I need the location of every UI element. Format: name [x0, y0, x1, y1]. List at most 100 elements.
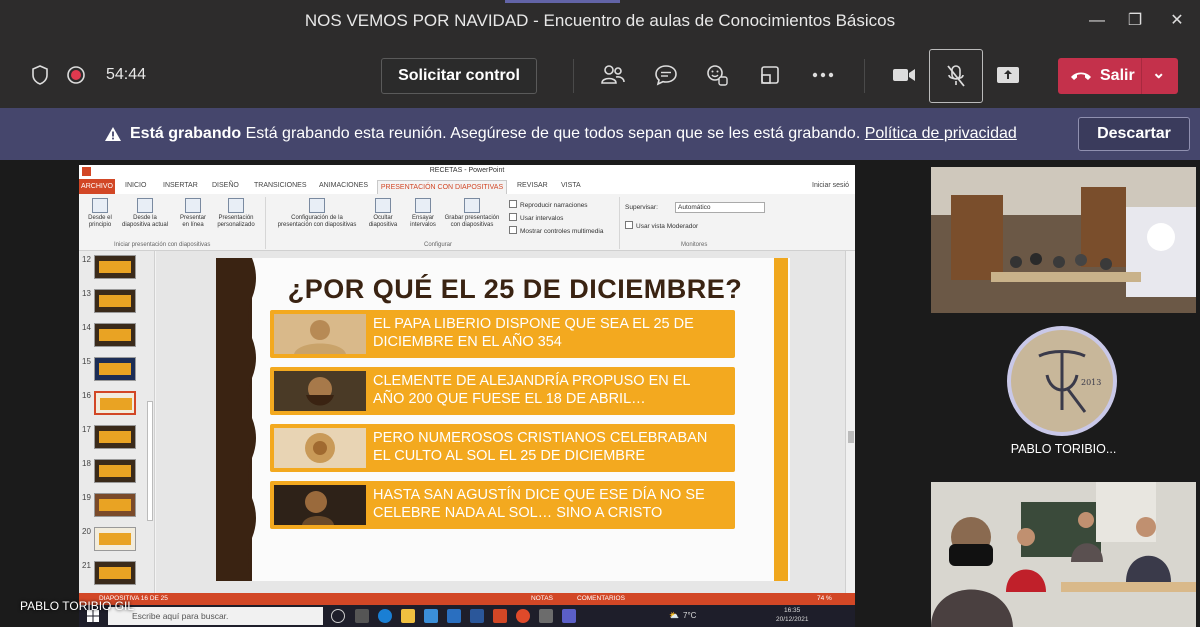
app-icon[interactable] — [539, 609, 553, 623]
slide-thumbnail[interactable] — [94, 527, 136, 551]
hide-slide-button[interactable]: Ocultar diapositiva — [363, 198, 403, 229]
play-narrations-checkbox[interactable]: Reproducir narraciones — [509, 200, 588, 209]
chrome-icon[interactable] — [516, 609, 530, 623]
ribbon-separator — [619, 197, 620, 249]
pope-portrait-icon — [274, 314, 366, 354]
slide-thumbnail[interactable] — [94, 493, 136, 517]
group-setup: Configurar — [424, 242, 453, 248]
fact-text: CLEMENTE DE ALEJANDRÍA PROPUSO EN EL AÑO … — [373, 373, 691, 407]
fact-card: HASTA SAN AGUSTÍN DICE QUE ESE DÍA NO SE… — [270, 481, 735, 529]
use-timings-checkbox[interactable]: Usar intervalos — [509, 213, 563, 222]
windows-taskbar: Escribe aquí para buscar. ⛅ 7°C 16:35 20… — [79, 605, 855, 627]
tab-archivo[interactable]: ARCHIVO — [79, 179, 115, 194]
participant-tile-avatar[interactable]: 2013 PABLO TORIBIO... — [931, 320, 1196, 476]
record-show-button[interactable]: Grabar presentación con diapositivas — [439, 198, 505, 229]
present-online-button[interactable]: Presentar en línea — [176, 198, 210, 229]
thumb-number: 17 — [82, 425, 91, 434]
sign-in-link[interactable]: Iniciar sesió — [812, 182, 849, 189]
editor-scrollbar[interactable] — [845, 251, 855, 593]
camera-icon[interactable] — [886, 57, 922, 93]
tab-presentacion[interactable]: PRESENTACIÓN CON DIAPOSITIVAS — [377, 180, 507, 194]
tab-revisar[interactable]: REVISAR — [517, 182, 548, 189]
ribbon-separator — [265, 197, 266, 249]
slide-thumbnail[interactable] — [94, 255, 136, 279]
slide-thumbnail-selected[interactable] — [94, 391, 136, 415]
weather-icon: ⛅ — [669, 611, 679, 620]
monitor-select[interactable]: Automático — [675, 202, 765, 213]
thumbnail-scrollbar[interactable] — [147, 401, 153, 521]
mail-icon[interactable] — [447, 609, 461, 623]
thumb-number: 20 — [82, 527, 91, 536]
fact-card: EL PAPA LIBERIO DISPONE QUE SEA EL 25 DE… — [270, 310, 735, 358]
weather-temp: 7°C — [683, 611, 697, 620]
shared-screen-powerpoint: RECETAS - PowerPoint ARCHIVO INICIO INSE… — [79, 165, 855, 627]
hangup-icon — [1071, 72, 1091, 80]
avatar-year: 2013 — [1081, 378, 1101, 387]
participants-icon[interactable] — [595, 57, 631, 93]
custom-show-button[interactable]: Presentación personalizado — [212, 198, 260, 229]
participant-video-class-2[interactable] — [931, 482, 1196, 627]
slide-thumbnail[interactable] — [94, 561, 136, 585]
tab-diseno[interactable]: DISEÑO — [212, 182, 239, 189]
fact-text: PERO NUMEROSOS CRISTIANOS CELEBRABAN EL C… — [373, 430, 708, 464]
clement-portrait-icon — [274, 371, 366, 411]
notes-button[interactable]: NOTAS — [531, 595, 553, 602]
leave-button[interactable]: Salir ⌄ — [1058, 58, 1178, 94]
shield-icon[interactable] — [22, 57, 58, 93]
classroom-video-frame — [931, 167, 1196, 313]
slide-thumbnail[interactable] — [94, 289, 136, 313]
share-screen-icon[interactable] — [990, 57, 1026, 93]
slide-thumbnail[interactable] — [94, 459, 136, 483]
tab-vista[interactable]: VISTA — [561, 182, 581, 189]
divider — [864, 59, 865, 93]
mute-button[interactable] — [929, 49, 983, 103]
fact-card: PERO NUMEROSOS CRISTIANOS CELEBRABAN EL C… — [270, 424, 735, 472]
store-icon[interactable] — [424, 609, 438, 623]
edge-icon[interactable] — [378, 609, 392, 623]
tab-animaciones[interactable]: ANIMACIONES — [319, 182, 368, 189]
from-beginning-button[interactable]: Desde el principio — [82, 198, 118, 229]
from-current-button[interactable]: Desde la diapositiva actual — [117, 198, 173, 229]
slide-thumbnail[interactable] — [94, 323, 136, 347]
current-slide: ¿POR QUÉ EL 25 DE DICIEMBRE? EL PAPA LIB… — [216, 258, 790, 581]
show-media-controls-checkbox[interactable]: Mostrar controles multimedia — [509, 226, 603, 235]
thumb-number: 12 — [82, 255, 91, 264]
reactions-icon[interactable] — [699, 57, 735, 93]
dismiss-button[interactable]: Descartar — [1078, 117, 1190, 151]
window-title: NOS VEMOS POR NAVIDAD - Encuentro de aul… — [304, 11, 896, 30]
comments-button[interactable]: COMENTARIOS — [577, 595, 625, 602]
tab-insertar[interactable]: INSERTAR — [163, 182, 198, 189]
rehearse-timings-button[interactable]: Ensayar intervalos — [406, 198, 440, 229]
close-button[interactable]: ✕ — [1164, 8, 1190, 34]
presenter-view-checkbox[interactable]: Usar vista Moderador — [625, 221, 698, 230]
minimize-button[interactable]: — — [1084, 8, 1110, 34]
file-explorer-icon[interactable] — [401, 609, 415, 623]
maximize-button[interactable]: ❐ — [1122, 8, 1148, 34]
chevron-down-icon[interactable]: ⌄ — [1152, 63, 1165, 83]
privacy-policy-link[interactable]: Política de privacidad — [865, 125, 1017, 142]
avatar: 2013 — [1007, 326, 1117, 436]
task-view-icon[interactable] — [355, 609, 369, 623]
thumb-number: 21 — [82, 561, 91, 570]
request-control-button[interactable]: Solicitar control — [381, 58, 537, 94]
more-options-icon[interactable] — [805, 57, 841, 93]
powerpoint-icon[interactable] — [493, 609, 507, 623]
taskbar-time: 16:35 — [784, 607, 801, 614]
tab-transiciones[interactable]: TRANSICIONES — [254, 182, 307, 189]
participant-video-classroom[interactable] — [931, 167, 1196, 313]
setup-show-button[interactable]: Configuración de la presentación con diap… — [267, 198, 367, 229]
tab-inicio[interactable]: INICIO — [125, 182, 146, 189]
recording-banner: Está grabando Está grabando esta reunión… — [0, 108, 1200, 160]
slide-thumbnail[interactable] — [94, 357, 136, 381]
cortana-icon[interactable] — [331, 609, 345, 623]
share-tray-icon[interactable] — [752, 57, 788, 93]
taskbar-search-input[interactable]: Escribe aquí para buscar. — [108, 607, 323, 625]
chat-icon[interactable] — [648, 57, 684, 93]
word-icon[interactable] — [470, 609, 484, 623]
slide-thumbnail[interactable] — [94, 425, 136, 449]
teams-icon[interactable] — [562, 609, 576, 623]
scroll-thumb[interactable] — [848, 431, 854, 443]
ppt-ribbon-tabs: ARCHIVO INICIO INSERTAR DISEÑO TRANSICIO… — [79, 179, 855, 194]
thumb-number: 19 — [82, 493, 91, 502]
slide-right-band — [774, 258, 788, 581]
